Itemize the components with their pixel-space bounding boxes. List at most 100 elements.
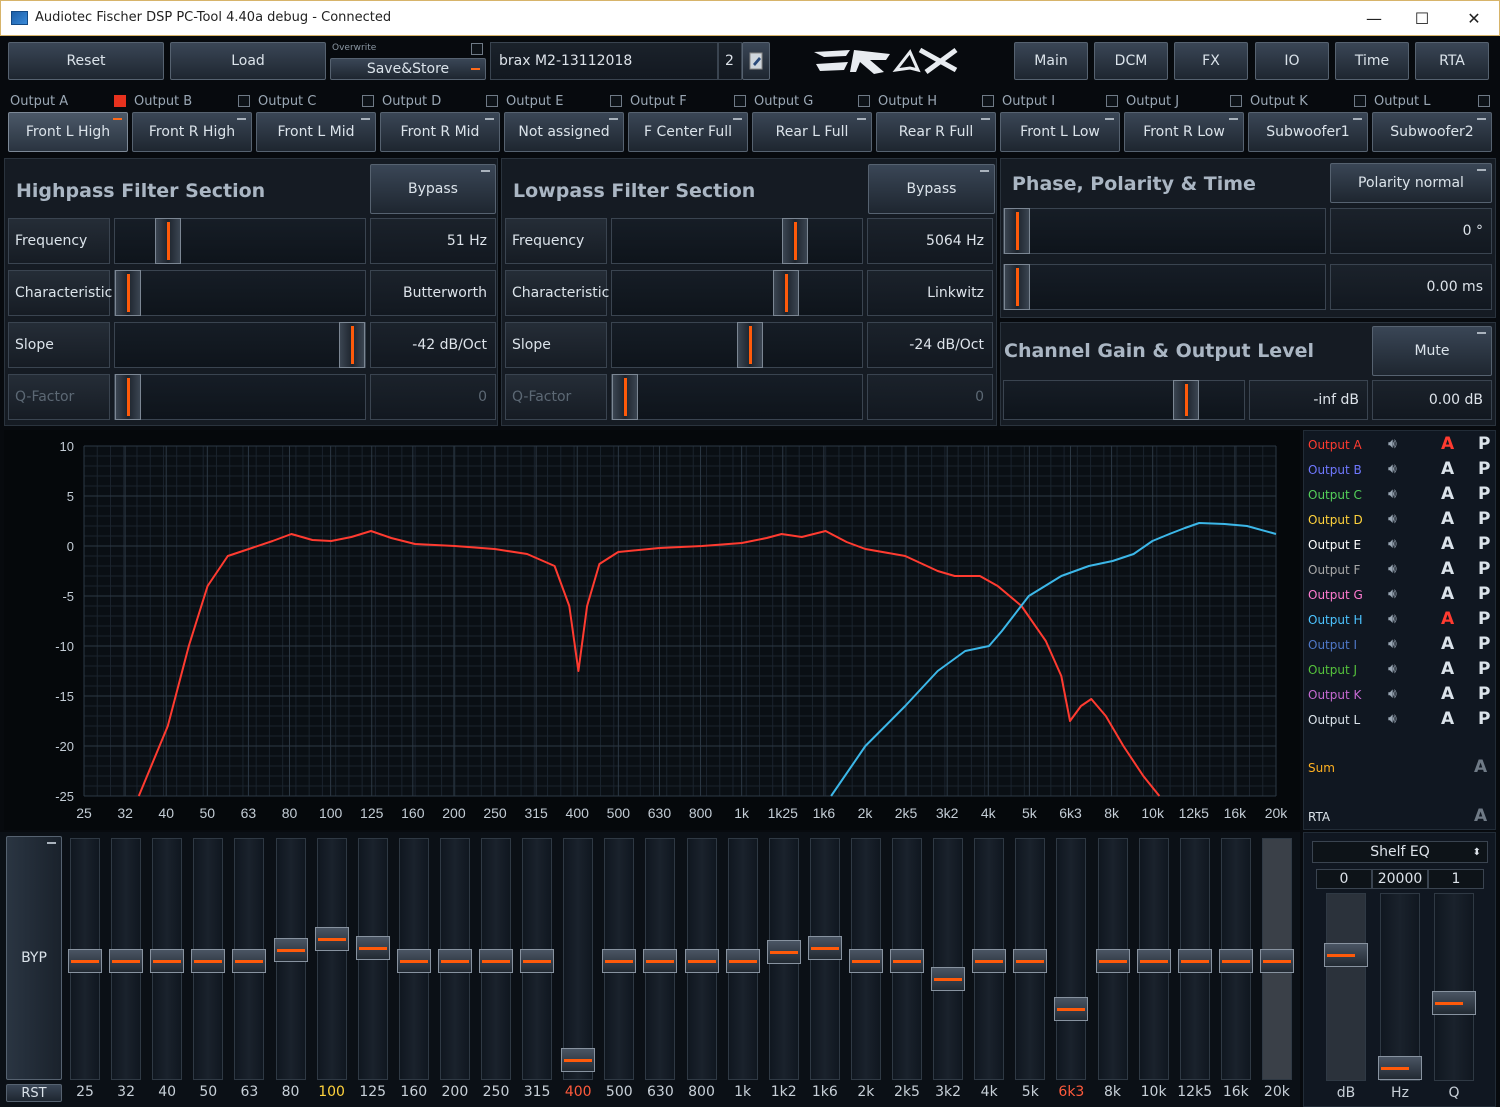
eq-band-slider[interactable] xyxy=(273,838,308,1080)
legend-channel-label[interactable]: Output A xyxy=(1308,438,1362,452)
eq-band-slider[interactable] xyxy=(191,838,226,1080)
output-select-checkbox[interactable] xyxy=(238,95,250,107)
shelf-hz-handle[interactable] xyxy=(1378,1056,1422,1080)
lowpass-row-slider-handle[interactable] xyxy=(782,218,808,264)
lowpass-row-value[interactable]: 5064 Hz xyxy=(867,218,993,264)
legend-a-toggle[interactable]: A xyxy=(1441,484,1454,504)
eq-band-slider[interactable] xyxy=(479,838,513,1080)
gain-value[interactable]: -inf dB xyxy=(1249,380,1368,420)
highpass-row-slider[interactable] xyxy=(114,322,366,368)
nav-time-button[interactable]: Time xyxy=(1335,42,1409,80)
output-assign-button[interactable]: Front R Mid xyxy=(380,112,500,152)
eq-band-slider[interactable] xyxy=(561,838,596,1080)
eq-band-handle[interactable] xyxy=(602,949,637,973)
legend-p-toggle[interactable]: P xyxy=(1478,659,1490,679)
preset-name-field[interactable]: brax M2-13112018 xyxy=(490,42,718,80)
sum-a-toggle[interactable]: A xyxy=(1474,757,1487,777)
eq-bypass-button[interactable]: BYP xyxy=(6,836,62,1080)
eq-band-handle[interactable] xyxy=(191,949,226,973)
eq-band-slider[interactable] xyxy=(890,838,924,1080)
lowpass-row-value[interactable]: 0 xyxy=(867,374,993,420)
eq-band-handle[interactable] xyxy=(1177,949,1212,973)
legend-a-toggle[interactable]: A xyxy=(1441,684,1454,704)
output-select-checkbox[interactable] xyxy=(362,95,374,107)
output-assign-button[interactable]: Front R High xyxy=(132,112,252,152)
speaker-icon[interactable]: 🔊︎ xyxy=(1388,436,1397,452)
output-select-checkbox[interactable] xyxy=(114,95,126,107)
speaker-icon[interactable]: 🔊︎ xyxy=(1388,611,1397,627)
eq-band-slider[interactable] xyxy=(314,838,349,1080)
save-store-button[interactable]: Save&Store xyxy=(330,58,486,80)
nav-dcm-button[interactable]: DCM xyxy=(1094,42,1168,80)
legend-channel-label[interactable]: Output F xyxy=(1308,563,1360,577)
speaker-icon[interactable]: 🔊︎ xyxy=(1388,461,1397,477)
eq-band-slider[interactable] xyxy=(766,838,801,1080)
highpass-row-slider-handle[interactable] xyxy=(339,322,365,368)
eq-band-slider[interactable] xyxy=(355,838,390,1080)
eq-band-slider[interactable] xyxy=(150,838,185,1080)
legend-p-toggle[interactable]: P xyxy=(1478,684,1490,704)
speaker-icon[interactable]: 🔊︎ xyxy=(1388,561,1397,577)
highpass-bypass-button[interactable]: Bypass xyxy=(370,164,496,214)
lowpass-row-value[interactable]: Linkwitz xyxy=(867,270,993,316)
overwrite-checkbox[interactable] xyxy=(471,43,483,55)
delay-value[interactable]: 0.00 ms xyxy=(1330,264,1492,310)
legend-p-toggle[interactable]: P xyxy=(1478,534,1490,554)
shelf-q-slider[interactable] xyxy=(1432,893,1476,1081)
legend-a-toggle[interactable]: A xyxy=(1441,509,1454,529)
nav-main-button[interactable]: Main xyxy=(1014,42,1088,80)
output-assign-button[interactable]: F Center Full xyxy=(628,112,748,152)
output-select-checkbox[interactable] xyxy=(486,95,498,107)
legend-p-toggle[interactable]: P xyxy=(1478,559,1490,579)
eq-band-handle[interactable] xyxy=(68,949,102,973)
eq-band-slider[interactable] xyxy=(602,838,637,1080)
output-select-checkbox[interactable] xyxy=(982,95,994,107)
legend-a-toggle[interactable]: A xyxy=(1441,659,1454,679)
eq-band-handle[interactable] xyxy=(273,938,308,962)
eq-band-handle[interactable] xyxy=(479,949,513,973)
maximize-button[interactable]: ☐ xyxy=(1397,1,1447,35)
eq-band-handle[interactable] xyxy=(1259,949,1294,973)
preset-slot-field[interactable]: 2 xyxy=(718,42,742,80)
nav-fx-button[interactable]: FX xyxy=(1174,42,1248,80)
highpass-row-slider-handle[interactable] xyxy=(115,374,141,420)
legend-channel-label[interactable]: Output B xyxy=(1308,463,1362,477)
polarity-button[interactable]: Polarity normal xyxy=(1330,163,1492,203)
mute-button[interactable]: Mute xyxy=(1372,326,1492,376)
shelf-q-field[interactable]: 1 xyxy=(1428,869,1484,889)
eq-band-slider[interactable] xyxy=(1218,838,1253,1080)
gain-slider[interactable] xyxy=(1003,380,1245,420)
eq-band-slider[interactable] xyxy=(520,838,555,1080)
legend-channel-label[interactable]: Output D xyxy=(1308,513,1363,527)
eq-band-slider[interactable] xyxy=(807,838,842,1080)
eq-band-slider[interactable] xyxy=(68,838,102,1080)
eq-band-handle[interactable] xyxy=(150,949,185,973)
output-assign-button[interactable]: Rear R Full xyxy=(876,112,996,152)
output-select-checkbox[interactable] xyxy=(1230,95,1242,107)
eq-band-handle[interactable] xyxy=(232,949,267,973)
eq-band-slider[interactable] xyxy=(931,838,966,1080)
lowpass-row-slider-handle[interactable] xyxy=(773,270,799,316)
shelf-q-handle[interactable] xyxy=(1432,991,1476,1015)
level-value[interactable]: 0.00 dB xyxy=(1372,380,1492,420)
eq-band-handle[interactable] xyxy=(1054,997,1089,1021)
eq-band-handle[interactable] xyxy=(396,949,431,973)
eq-band-handle[interactable] xyxy=(643,949,678,973)
shelf-hz-slider[interactable] xyxy=(1378,893,1422,1081)
eq-band-handle[interactable] xyxy=(520,949,555,973)
nav-io-button[interactable]: IO xyxy=(1255,42,1329,80)
output-assign-button[interactable]: Front L Mid xyxy=(256,112,376,152)
highpass-row-value[interactable]: Butterworth xyxy=(370,270,496,316)
legend-channel-label[interactable]: Output J xyxy=(1308,663,1357,677)
legend-channel-label[interactable]: Output L xyxy=(1308,713,1360,727)
legend-p-toggle[interactable]: P xyxy=(1478,584,1490,604)
eq-band-handle[interactable] xyxy=(355,936,390,960)
lowpass-row-slider-handle[interactable] xyxy=(737,322,763,368)
eq-band-handle[interactable] xyxy=(1136,949,1171,973)
phase-slider-handle[interactable] xyxy=(1004,208,1030,254)
eq-band-handle[interactable] xyxy=(561,1048,596,1072)
speaker-icon[interactable]: 🔊︎ xyxy=(1388,486,1397,502)
speaker-icon[interactable]: 🔊︎ xyxy=(1388,686,1397,702)
legend-a-toggle[interactable]: A xyxy=(1441,434,1454,454)
output-select-checkbox[interactable] xyxy=(858,95,870,107)
